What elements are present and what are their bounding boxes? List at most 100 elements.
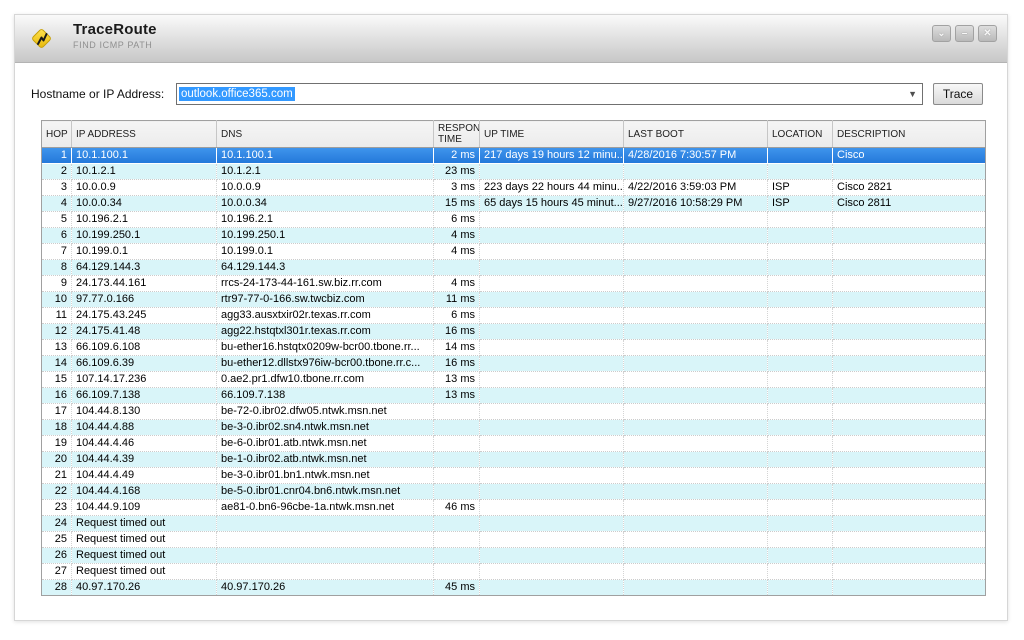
cell-ip: 10.0.0.9 <box>72 180 217 196</box>
cell-ip: 10.1.2.1 <box>72 164 217 180</box>
cell-uptime <box>480 356 624 372</box>
table-row[interactable]: 110.1.100.110.1.100.12 ms217 days 19 hou… <box>42 148 986 164</box>
cell-description <box>833 452 986 468</box>
cell-hop: 17 <box>42 404 72 420</box>
column-header-location[interactable]: LOCATION <box>768 121 833 148</box>
cell-dns: be-5-0.ibr01.cnr04.bn6.ntwk.msn.net <box>217 484 434 500</box>
table-row[interactable]: 24Request timed out <box>42 516 986 532</box>
route-zigzag-icon <box>31 28 53 50</box>
table-row[interactable]: 1124.175.43.245agg33.ausxtxir02r.texas.r… <box>42 308 986 324</box>
cell-uptime <box>480 580 624 596</box>
cell-description: Cisco <box>833 148 986 164</box>
dropdown-chevron-icon[interactable]: ▼ <box>908 90 917 99</box>
cell-lastboot <box>624 436 768 452</box>
cell-response: 16 ms <box>434 356 480 372</box>
cell-response <box>434 484 480 500</box>
table-row[interactable]: 510.196.2.110.196.2.16 ms <box>42 212 986 228</box>
column-header-hop[interactable]: HOP <box>42 121 72 148</box>
table-row[interactable]: 19104.44.4.46be-6-0.ibr01.atb.ntwk.msn.n… <box>42 436 986 452</box>
table-row[interactable]: 1366.109.6.108bu-ether16.hstqtx0209w-bcr… <box>42 340 986 356</box>
cell-description <box>833 212 986 228</box>
cell-location <box>768 372 833 388</box>
cell-ip: 104.44.4.49 <box>72 468 217 484</box>
title-block: TraceRoute FIND ICMP PATH <box>73 21 157 50</box>
cell-uptime: 217 days 19 hours 12 minu... <box>480 148 624 164</box>
table-row[interactable]: 15107.14.17.2360.ae2.pr1.dfw10.tbone.rr.… <box>42 372 986 388</box>
cell-description <box>833 516 986 532</box>
table-row[interactable]: 22104.44.4.168be-5-0.ibr01.cnr04.bn6.ntw… <box>42 484 986 500</box>
cell-hop: 9 <box>42 276 72 292</box>
table-row[interactable]: 310.0.0.910.0.0.93 ms223 days 22 hours 4… <box>42 180 986 196</box>
table-row[interactable]: 26Request timed out <box>42 548 986 564</box>
table-row[interactable]: 924.173.44.161rrcs-24-173-44-161.sw.biz.… <box>42 276 986 292</box>
cell-dns: be-3-0.ibr02.sn4.ntwk.msn.net <box>217 420 434 436</box>
column-header-ip[interactable]: IP ADDRESS <box>72 121 217 148</box>
cell-dns <box>217 516 434 532</box>
column-header-uptime[interactable]: UP TIME <box>480 121 624 148</box>
cell-response: 13 ms <box>434 372 480 388</box>
cell-response: 46 ms <box>434 500 480 516</box>
cell-ip: 66.109.6.39 <box>72 356 217 372</box>
cell-uptime <box>480 516 624 532</box>
cell-lastboot <box>624 212 768 228</box>
cell-lastboot <box>624 292 768 308</box>
table-row[interactable]: 2840.97.170.2640.97.170.2645 ms <box>42 580 986 596</box>
cell-dns: 0.ae2.pr1.dfw10.tbone.rr.com <box>217 372 434 388</box>
cell-response: 6 ms <box>434 308 480 324</box>
cell-dns: 10.1.100.1 <box>217 148 434 164</box>
hostname-input[interactable]: outlook.office365.com ▼ <box>176 83 923 105</box>
table-row[interactable]: 710.199.0.110.199.0.14 ms <box>42 244 986 260</box>
column-header-lastboot[interactable]: LAST BOOT <box>624 121 768 148</box>
cell-description <box>833 436 986 452</box>
cell-response <box>434 260 480 276</box>
table-row[interactable]: 25Request timed out <box>42 532 986 548</box>
table-row[interactable]: 210.1.2.110.1.2.123 ms <box>42 164 986 180</box>
cell-uptime <box>480 468 624 484</box>
cell-hop: 12 <box>42 324 72 340</box>
column-header-description[interactable]: DESCRIPTION <box>833 121 986 148</box>
cell-uptime <box>480 484 624 500</box>
table-row[interactable]: 864.129.144.364.129.144.3 <box>42 260 986 276</box>
table-row[interactable]: 1666.109.7.13866.109.7.13813 ms <box>42 388 986 404</box>
cell-dns: 10.0.0.34 <box>217 196 434 212</box>
cell-hop: 1 <box>42 148 72 164</box>
table-row[interactable]: 21104.44.4.49be-3-0.ibr01.bn1.ntwk.msn.n… <box>42 468 986 484</box>
cell-lastboot: 4/28/2016 7:30:57 PM <box>624 148 768 164</box>
cell-description: Cisco 2821 <box>833 180 986 196</box>
cell-uptime <box>480 388 624 404</box>
cell-ip: 104.44.4.168 <box>72 484 217 500</box>
close-button[interactable]: ✕ <box>978 25 997 42</box>
table-row[interactable]: 1466.109.6.39bu-ether12.dllstx976iw-bcr0… <box>42 356 986 372</box>
table-row[interactable]: 1224.175.41.48agg22.hstqtxl301r.texas.rr… <box>42 324 986 340</box>
hostname-label: Hostname or IP Address: <box>31 87 164 101</box>
table-row[interactable]: 17104.44.8.130be-72-0.ibr02.dfw05.ntwk.m… <box>42 404 986 420</box>
minimize-button[interactable]: – <box>955 25 974 42</box>
cell-hop: 5 <box>42 212 72 228</box>
trace-button[interactable]: Trace <box>933 83 983 105</box>
cell-ip: 40.97.170.26 <box>72 580 217 596</box>
cell-response: 11 ms <box>434 292 480 308</box>
column-header-dns[interactable]: DNS <box>217 121 434 148</box>
cell-lastboot <box>624 420 768 436</box>
cell-lastboot <box>624 468 768 484</box>
cell-dns: be-72-0.ibr02.dfw05.ntwk.msn.net <box>217 404 434 420</box>
table-row[interactable]: 1097.77.0.166rtr97-77-0-166.sw.twcbiz.co… <box>42 292 986 308</box>
table-row[interactable]: 610.199.250.110.199.250.14 ms <box>42 228 986 244</box>
table-row[interactable]: 410.0.0.3410.0.0.3415 ms65 days 15 hours… <box>42 196 986 212</box>
cell-location <box>768 228 833 244</box>
trace-table-header-row: HOPIP ADDRESSDNSRESPONSE TIMEUP TIMELAST… <box>42 121 986 148</box>
table-row[interactable]: 20104.44.4.39be-1-0.ibr02.atb.ntwk.msn.n… <box>42 452 986 468</box>
collapse-button[interactable]: ⌄ <box>932 25 951 42</box>
cell-description <box>833 564 986 580</box>
cell-uptime: 223 days 22 hours 44 minu... <box>480 180 624 196</box>
table-row[interactable]: 23104.44.9.109ae81-0.bn6-96cbe-1a.ntwk.m… <box>42 500 986 516</box>
cell-ip: Request timed out <box>72 532 217 548</box>
cell-description <box>833 260 986 276</box>
table-row[interactable]: 18104.44.4.88be-3-0.ibr02.sn4.ntwk.msn.n… <box>42 420 986 436</box>
column-header-response[interactable]: RESPONSE TIME <box>434 121 480 148</box>
table-row[interactable]: 27Request timed out <box>42 564 986 580</box>
cell-location <box>768 148 833 164</box>
cell-uptime <box>480 164 624 180</box>
trace-table-body: 110.1.100.110.1.100.12 ms217 days 19 hou… <box>42 148 986 596</box>
cell-hop: 24 <box>42 516 72 532</box>
